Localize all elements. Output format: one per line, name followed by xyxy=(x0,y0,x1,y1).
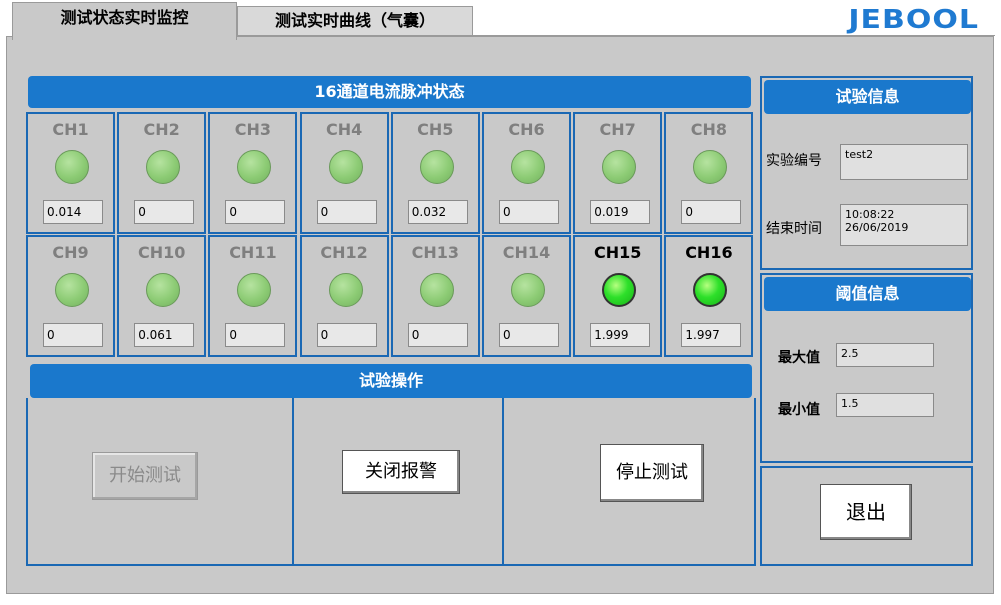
min-value-label: 最小值 xyxy=(778,402,820,418)
channel-value: 1.997 xyxy=(681,323,742,347)
operations-title: 试验操作 xyxy=(30,364,752,398)
channel-status-panel: 16通道电流脉冲状态 CH1 0.014 CH2 0 CH3 0 CH4 0 CH5 0.032 C… xyxy=(26,76,754,358)
status-led-icon xyxy=(55,273,89,307)
operations-panel: 试验操作 开始测试 关闭报警 停止测试 xyxy=(26,364,756,566)
channel-panel-title: 16通道电流脉冲状态 xyxy=(28,76,751,108)
channel-label: CH1 xyxy=(52,120,89,139)
status-led-icon xyxy=(328,150,363,184)
channel-value: 0 xyxy=(407,323,468,347)
end-time-value: 10:08:22 xyxy=(845,208,895,221)
channel-cell-ch7: CH7 0.019 xyxy=(573,112,663,234)
channel-value: 0 xyxy=(134,200,195,224)
channel-value: 0.032 xyxy=(407,200,468,224)
max-value-label: 最大值 xyxy=(778,350,820,366)
alarm-off-button[interactable]: 关闭报警 xyxy=(342,450,460,494)
end-time-label: 结束时间 xyxy=(766,221,822,237)
max-value-field[interactable]: 2.5 xyxy=(836,343,934,367)
channel-cell-ch16: CH16 1.997 xyxy=(664,235,754,357)
status-led-icon xyxy=(602,273,637,307)
status-led-icon xyxy=(419,150,454,184)
operations-divider xyxy=(502,398,504,566)
channel-value: 0 xyxy=(681,200,742,224)
end-date-value: 26/06/2019 xyxy=(845,221,909,234)
test-id-label: 实验编号 xyxy=(766,153,822,169)
exit-panel: 退出 xyxy=(760,466,973,566)
channel-cell-ch12: CH12 0 xyxy=(299,235,389,357)
channel-cell-ch15: CH15 1.999 xyxy=(573,235,663,357)
channel-cell-ch10: CH10 0.061 xyxy=(117,235,207,357)
exit-button[interactable]: 退出 xyxy=(820,484,912,540)
status-led-icon xyxy=(693,273,728,307)
channel-label: CH14 xyxy=(502,243,551,262)
channel-cell-ch6: CH6 0 xyxy=(482,112,571,234)
channel-label: CH9 xyxy=(52,243,89,262)
end-time-field[interactable]: 10:08:22 26/06/2019 xyxy=(840,204,968,246)
channel-cell-ch4: CH4 0 xyxy=(299,112,389,234)
channel-label: CH12 xyxy=(320,243,368,262)
channel-cell-ch9: CH9 0 xyxy=(26,235,115,357)
channel-value: 0.019 xyxy=(590,200,651,224)
channel-value: 0 xyxy=(499,200,559,224)
channel-value: 0 xyxy=(316,200,377,224)
status-led-icon xyxy=(237,273,272,307)
channel-cell-ch14: CH14 0 xyxy=(482,235,571,357)
channel-cell-ch8: CH8 0 xyxy=(664,112,754,234)
channel-label: CH11 xyxy=(229,243,277,262)
channel-cell-ch13: CH13 0 xyxy=(390,235,480,357)
status-led-icon xyxy=(55,150,89,184)
status-led-icon xyxy=(602,150,637,184)
status-led-icon xyxy=(511,273,545,307)
channel-cell-ch2: CH2 0 xyxy=(117,112,207,234)
tab-realtime-monitor[interactable]: 测试状态实时监控 xyxy=(12,2,237,40)
channel-cell-ch5: CH5 0.032 xyxy=(390,112,480,234)
status-led-icon xyxy=(146,150,181,184)
operations-divider xyxy=(292,398,294,566)
channel-label: CH7 xyxy=(599,120,636,139)
channel-value: 0 xyxy=(499,323,559,347)
status-led-icon xyxy=(237,150,272,184)
channel-value: 1.999 xyxy=(590,323,651,347)
start-test-button[interactable]: 开始测试 xyxy=(92,452,198,500)
channel-label: CH10 xyxy=(137,243,186,262)
channel-label: CH15 xyxy=(593,243,642,262)
channel-cell-ch3: CH3 0 xyxy=(208,112,298,234)
test-id-field[interactable]: test2 xyxy=(840,144,968,180)
tab-realtime-curve[interactable]: 测试实时曲线（气囊） xyxy=(237,6,473,36)
channel-label: CH2 xyxy=(143,120,180,139)
channel-label: CH4 xyxy=(325,120,363,139)
status-led-icon xyxy=(328,273,363,307)
status-led-icon xyxy=(419,273,454,307)
brand-logo: JEBOOL xyxy=(848,5,979,35)
channel-label: CH6 xyxy=(508,120,545,139)
channel-label: CH3 xyxy=(234,120,272,139)
stop-test-button[interactable]: 停止测试 xyxy=(600,444,704,502)
status-led-icon xyxy=(146,273,181,307)
channel-value: 0.014 xyxy=(43,200,103,224)
channel-label: CH8 xyxy=(690,120,728,139)
channel-value: 0 xyxy=(225,323,286,347)
min-value-field[interactable]: 1.5 xyxy=(836,393,934,417)
channel-cell-ch1: CH1 0.014 xyxy=(26,112,115,234)
test-info-title: 试验信息 xyxy=(764,80,971,114)
channel-value: 0 xyxy=(316,323,377,347)
test-info-panel: 试验信息 实验编号 test2 结束时间 10:08:22 26/06/2019 xyxy=(760,76,973,270)
channel-label: CH16 xyxy=(685,243,733,262)
channel-value: 0 xyxy=(43,323,103,347)
channel-cell-ch11: CH11 0 xyxy=(208,235,298,357)
channel-value: 0 xyxy=(225,200,286,224)
channel-label: CH13 xyxy=(411,243,459,262)
channel-value: 0.061 xyxy=(134,323,195,347)
status-led-icon xyxy=(693,150,728,184)
threshold-panel: 阈值信息 最大值 2.5 最小值 1.5 xyxy=(760,273,973,463)
channel-label: CH5 xyxy=(417,120,454,139)
tab-bar: 测试状态实时监控 测试实时曲线（气囊） JEBOOL xyxy=(0,0,1001,40)
threshold-title: 阈值信息 xyxy=(764,277,971,311)
status-led-icon xyxy=(511,150,545,184)
